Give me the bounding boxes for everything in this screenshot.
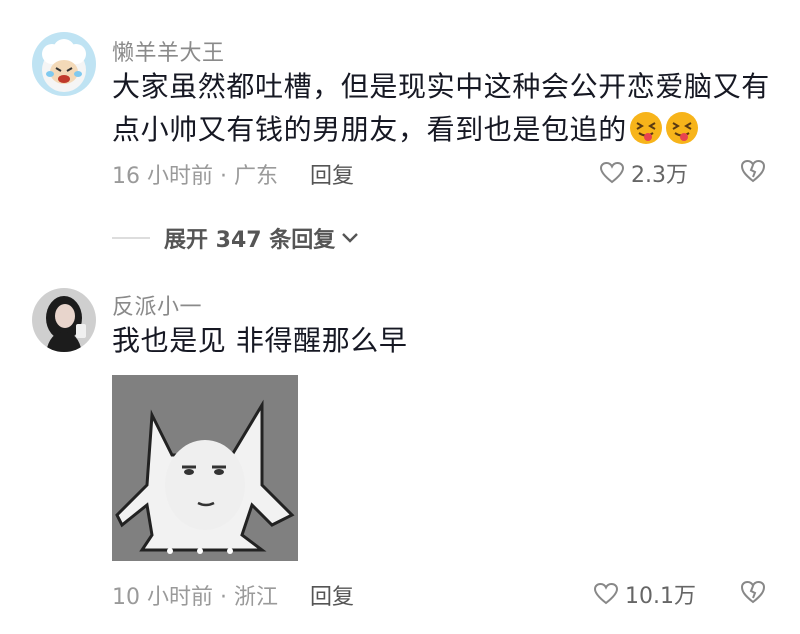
dislike-button[interactable] [740, 158, 766, 188]
comment-text: 大家虽然都吐槽，但是现实中这种会公开恋爱脑又有 点小帅又有钱的男朋友，看到也是包… [112, 65, 770, 151]
comment-text: 我也是见 非得醒那么早 [112, 324, 408, 357]
broken-heart-icon [740, 159, 766, 183]
squinting-tongue-emoji [665, 111, 699, 145]
comment-text-line: 点小帅又有钱的男朋友，看到也是包追的 [112, 113, 627, 146]
time-location: 10 小时前 · 浙江 [112, 585, 278, 610]
reply-button[interactable]: 回复 [310, 579, 354, 611]
chevron-down-icon [342, 233, 359, 243]
cat-meme-sticker[interactable] [112, 375, 298, 561]
time-location: 16 小时前 · 广东 [112, 164, 278, 189]
like-button[interactable]: 10.1万 [593, 578, 696, 610]
like-count: 10.1万 [625, 584, 696, 609]
avatar[interactable] [32, 288, 96, 352]
expand-replies-button[interactable]: 展开 347 条回复 [112, 222, 359, 254]
like-button[interactable]: 2.3万 [599, 157, 688, 189]
squinting-tongue-emoji [629, 111, 663, 145]
like-count: 2.3万 [631, 163, 688, 188]
broken-heart-icon [740, 580, 766, 604]
reply-button[interactable]: 回复 [310, 158, 354, 190]
avatar[interactable] [32, 32, 96, 96]
heart-icon [599, 161, 625, 184]
dislike-button[interactable] [740, 579, 766, 609]
comment-text-line: 大家虽然都吐槽，但是现实中这种会公开恋爱脑又有 [112, 70, 770, 103]
username[interactable]: 懒羊羊大王 [112, 35, 225, 67]
expand-replies-label: 展开 347 条回复 [164, 228, 336, 253]
username[interactable]: 反派小一 [112, 289, 202, 321]
heart-icon [593, 582, 619, 605]
divider [112, 237, 150, 239]
